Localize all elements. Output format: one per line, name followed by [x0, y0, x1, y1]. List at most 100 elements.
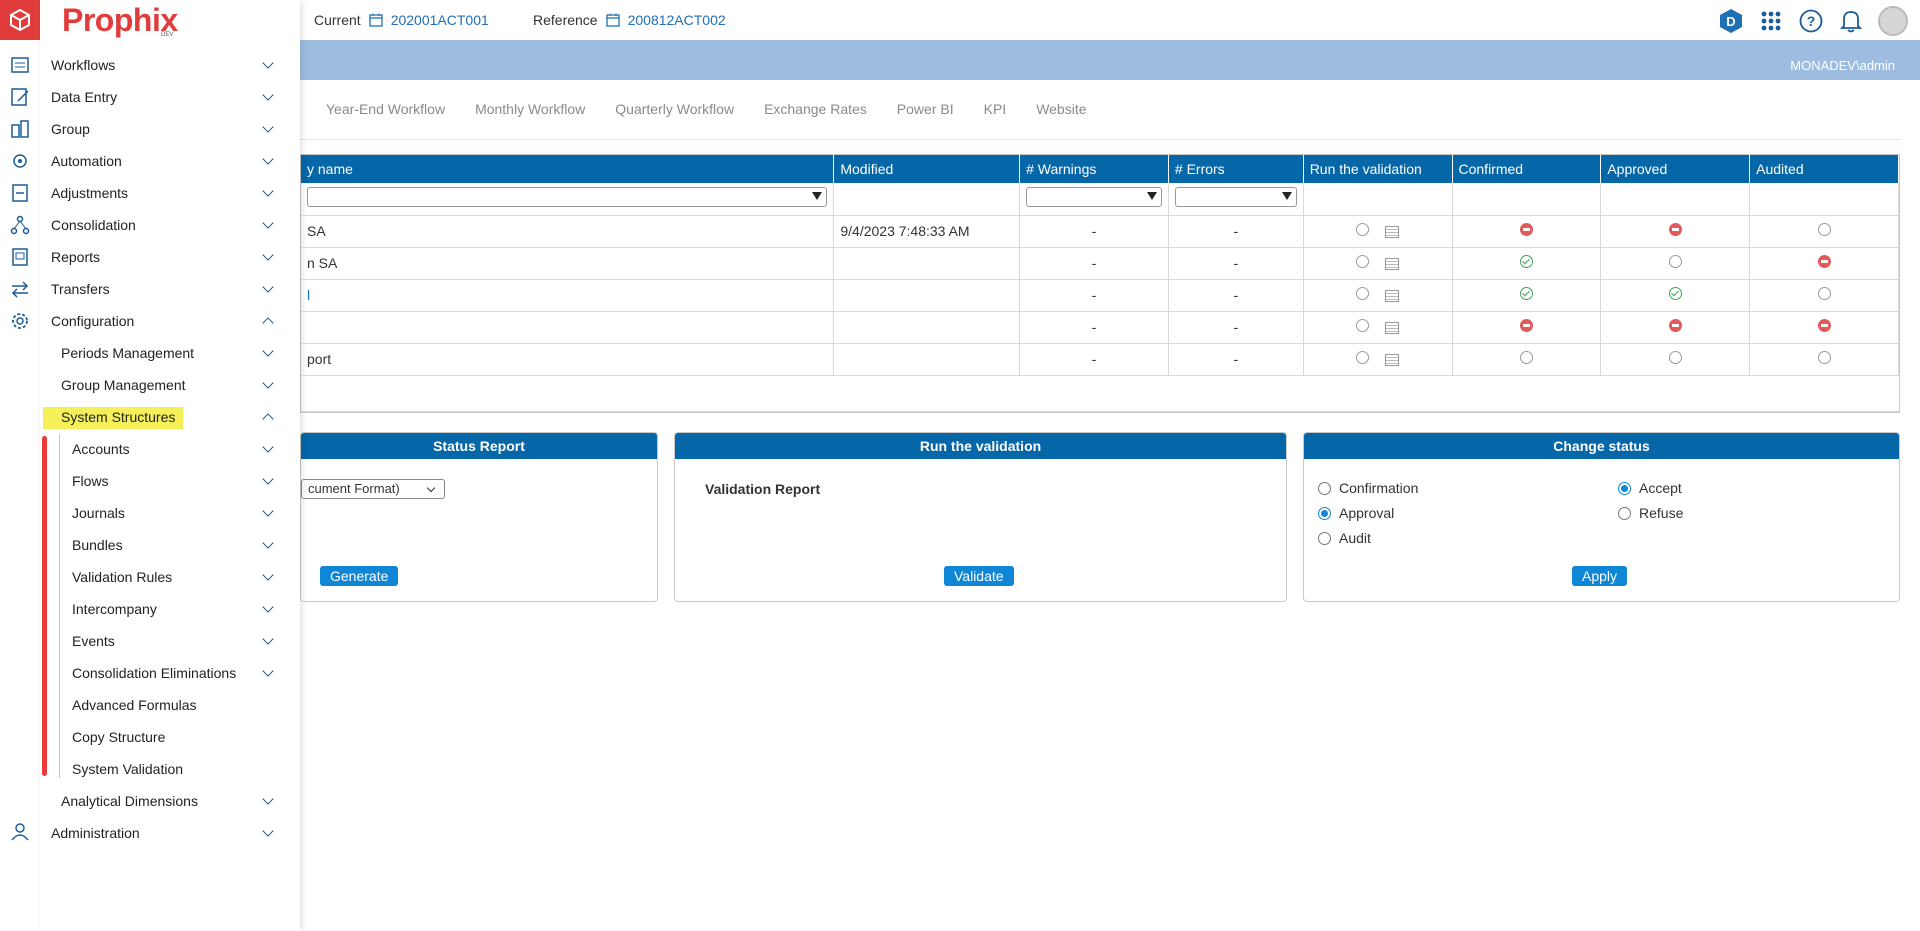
report-icon[interactable] [1385, 354, 1400, 367]
chevron-down-icon[interactable] [262, 121, 274, 133]
chevron-down-icon[interactable] [262, 825, 274, 837]
chevron-down-icon[interactable] [262, 377, 274, 389]
chevron-down-icon[interactable] [262, 57, 274, 69]
hexagon-badge-icon[interactable]: D [1718, 8, 1744, 34]
menu-flows[interactable]: Flows [72, 473, 109, 489]
configuration-icon[interactable] [10, 311, 30, 331]
chevron-down-icon[interactable] [262, 537, 274, 549]
menu-automation[interactable]: Automation [51, 153, 122, 169]
tab-year-end-workflow[interactable]: Year-End Workflow [326, 101, 445, 117]
menu-validation-rules[interactable]: Validation Rules [72, 569, 172, 585]
select-radio[interactable] [1356, 255, 1370, 268]
reports-icon[interactable] [10, 247, 30, 267]
audit-option[interactable]: Audit [1318, 530, 1371, 546]
chevron-down-icon[interactable] [262, 665, 274, 677]
accept-option[interactable]: Accept [1618, 480, 1682, 496]
chevron-down-icon[interactable] [262, 153, 274, 165]
confirmation-option[interactable]: Confirmation [1318, 480, 1418, 496]
table-row[interactable]: port - - [301, 343, 1899, 376]
group-icon[interactable] [10, 119, 30, 139]
menu-configuration[interactable]: Configuration [51, 313, 134, 329]
menu-events[interactable]: Events [72, 633, 115, 649]
confirmation-radio[interactable] [1318, 481, 1331, 495]
data-entry-icon[interactable] [10, 87, 30, 107]
table-row[interactable]: - - [301, 311, 1899, 344]
select-radio[interactable] [1356, 319, 1370, 332]
chevron-down-icon[interactable] [262, 185, 274, 197]
avatar[interactable] [1878, 6, 1908, 36]
tab-monthly-workflow[interactable]: Monthly Workflow [475, 101, 585, 117]
refuse-option[interactable]: Refuse [1618, 505, 1683, 521]
menu-consolidation[interactable]: Consolidation [51, 217, 136, 233]
tab-kpi[interactable]: KPI [984, 101, 1007, 117]
format-select[interactable]: cument Format) [301, 479, 445, 499]
chevron-down-icon[interactable] [262, 217, 274, 229]
report-icon[interactable] [1385, 258, 1400, 271]
report-icon[interactable] [1385, 322, 1400, 335]
report-icon[interactable] [1385, 290, 1400, 303]
tab-exchange-rates[interactable]: Exchange Rates [764, 101, 867, 117]
reference-value[interactable]: 200812ACT002 [628, 12, 726, 28]
menu-copy-structure[interactable]: Copy Structure [72, 729, 165, 745]
menu-group[interactable]: Group [51, 121, 90, 137]
menu-group-management[interactable]: Group Management [61, 377, 186, 393]
generate-button[interactable]: Generate [320, 566, 399, 586]
chevron-down-icon[interactable] [262, 633, 274, 645]
report-icon[interactable] [1385, 226, 1400, 239]
table-row[interactable]: SA 9/4/2023 7:48:33 AM - - [301, 215, 1899, 248]
chevron-down-icon[interactable] [262, 793, 274, 805]
workflows-icon[interactable] [10, 55, 30, 75]
table-row[interactable]: l - - [301, 279, 1899, 312]
transfers-icon[interactable] [10, 279, 30, 299]
menu-adjustments[interactable]: Adjustments [51, 185, 128, 201]
tab-power-bi[interactable]: Power BI [897, 101, 954, 117]
menu-accounts[interactable]: Accounts [72, 441, 130, 457]
menu-consolidation-eliminations[interactable]: Consolidation Eliminations [72, 665, 236, 681]
select-radio[interactable] [1356, 223, 1370, 236]
menu-reports[interactable]: Reports [51, 249, 100, 265]
administration-icon[interactable] [10, 822, 30, 842]
menu-bundles[interactable]: Bundles [72, 537, 123, 553]
adjustments-icon[interactable] [10, 183, 30, 203]
chevron-down-icon[interactable] [262, 281, 274, 293]
refuse-radio[interactable] [1618, 506, 1631, 520]
select-radio[interactable] [1356, 351, 1370, 364]
col-warnings[interactable]: # Warnings [1019, 155, 1169, 183]
chevron-down-icon[interactable] [262, 569, 274, 581]
col-audited[interactable]: Audited [1749, 155, 1899, 183]
chevron-up-icon[interactable] [262, 317, 274, 329]
tab-website[interactable]: Website [1036, 101, 1086, 117]
apply-button[interactable]: Apply [1572, 566, 1628, 586]
table-row[interactable]: n SA - - [301, 247, 1899, 280]
audit-radio[interactable] [1318, 531, 1331, 545]
col-confirmed[interactable]: Confirmed [1452, 155, 1602, 183]
chevron-down-icon[interactable] [262, 345, 274, 357]
approval-radio[interactable] [1318, 506, 1331, 520]
chevron-down-icon[interactable] [262, 601, 274, 613]
menu-journals[interactable]: Journals [72, 505, 125, 521]
consolidation-icon[interactable] [10, 215, 30, 235]
approval-option[interactable]: Approval [1318, 505, 1394, 521]
name-filter-input[interactable] [307, 187, 828, 208]
reference-period[interactable]: Reference 200812ACT002 [533, 12, 726, 28]
menu-analytical-dimensions[interactable]: Analytical Dimensions [61, 793, 198, 809]
menu-workflows[interactable]: Workflows [51, 57, 115, 73]
warnings-filter-input[interactable] [1026, 187, 1162, 208]
chevron-down-icon[interactable] [262, 441, 274, 453]
errors-filter-input[interactable] [1174, 187, 1297, 208]
col-modified[interactable]: Modified [833, 155, 1021, 183]
apps-grid-icon[interactable] [1758, 8, 1784, 34]
automation-icon[interactable] [10, 151, 30, 171]
validate-button[interactable]: Validate [944, 566, 1014, 586]
menu-system-validation[interactable]: System Validation [72, 761, 183, 777]
current-value[interactable]: 202001ACT001 [391, 12, 489, 28]
select-radio[interactable] [1356, 287, 1370, 300]
menu-system-structures[interactable]: System Structures [61, 409, 175, 425]
chevron-up-icon[interactable] [262, 413, 274, 425]
chevron-down-icon[interactable] [262, 89, 274, 101]
col-run-validation[interactable]: Run the validation [1303, 155, 1453, 183]
help-icon[interactable]: ? [1798, 8, 1824, 34]
menu-transfers[interactable]: Transfers [51, 281, 110, 297]
chevron-down-icon[interactable] [262, 473, 274, 485]
menu-advanced-formulas[interactable]: Advanced Formulas [72, 697, 197, 713]
